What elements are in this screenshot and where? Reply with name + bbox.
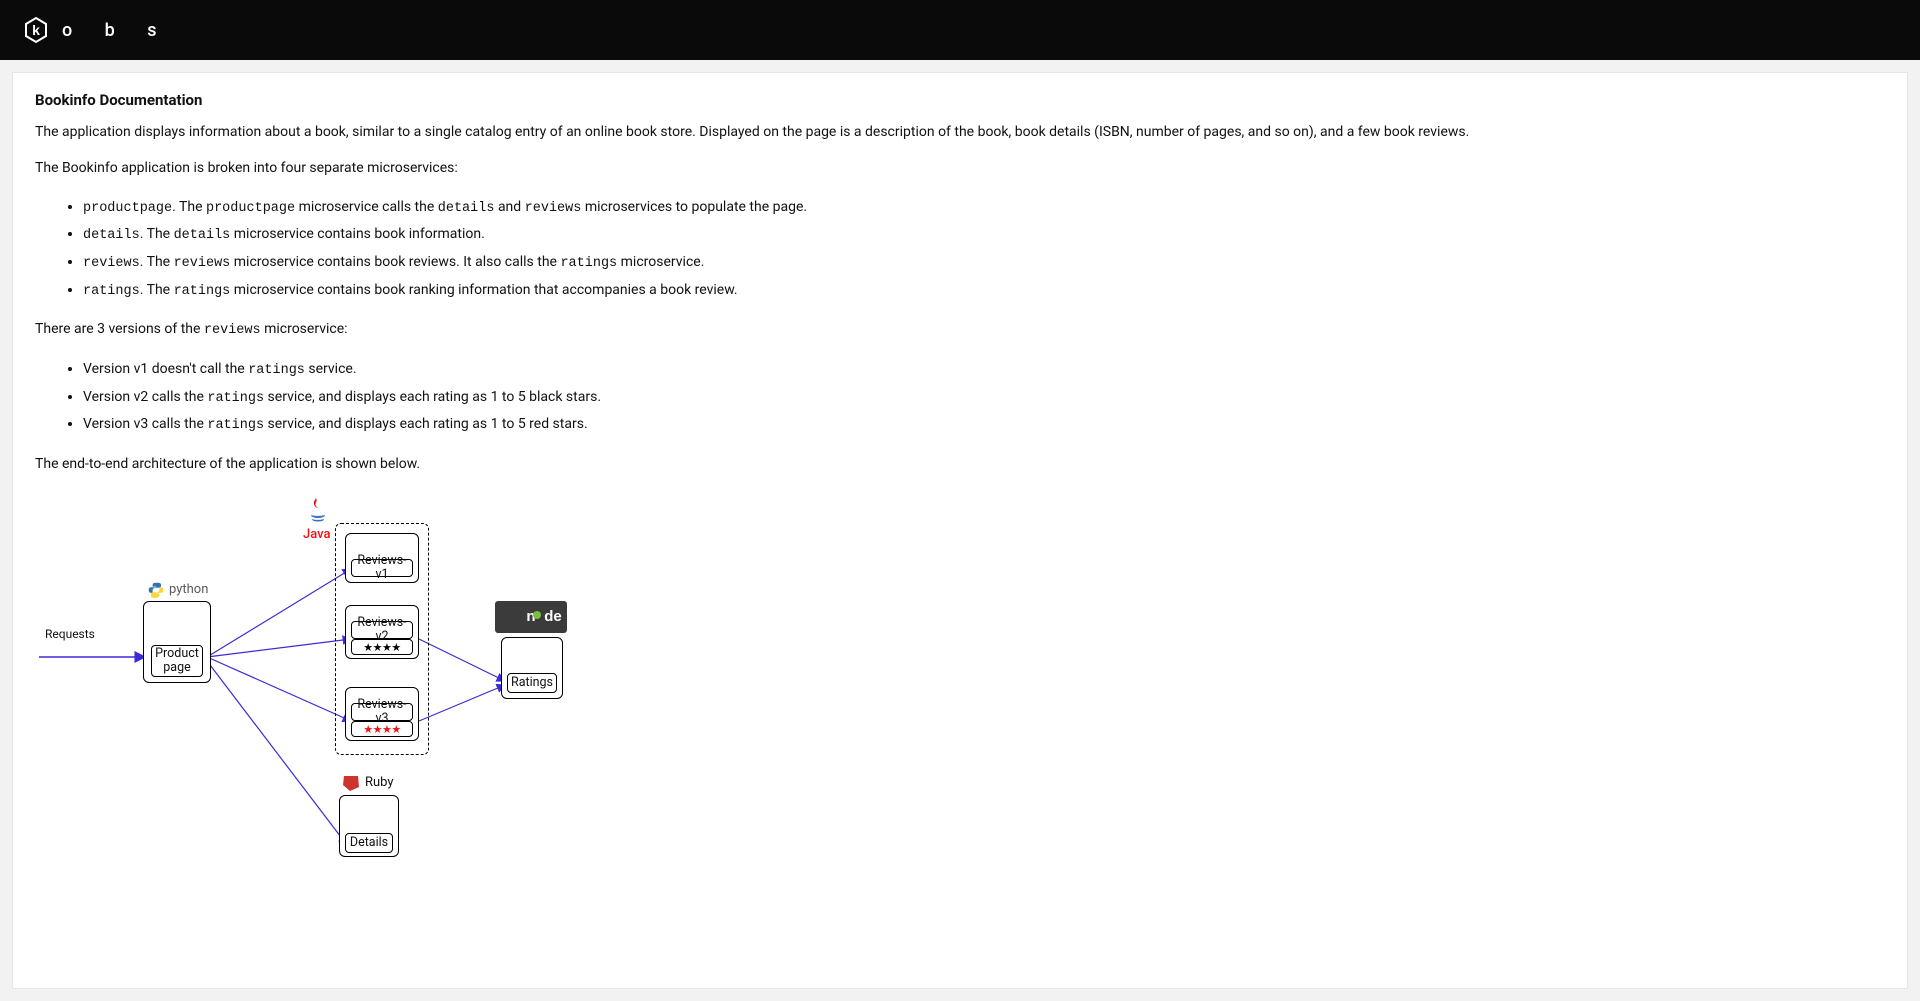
ruby-icon	[341, 773, 361, 797]
topbar: k o b s	[0, 0, 1920, 60]
service-name: productpage	[83, 201, 172, 216]
list-item: ratings. The ratings microservice contai…	[83, 277, 1885, 305]
list-item: Version v2 calls the ratings service, an…	[83, 384, 1885, 412]
document-panel: Bookinfo Documentation The application d…	[12, 72, 1908, 989]
page-title: Bookinfo Documentation	[35, 91, 1885, 109]
arch-line: The end-to-end architecture of the appli…	[35, 453, 1885, 475]
service-name: details	[83, 228, 140, 243]
brand[interactable]: k o b s	[22, 16, 171, 44]
stars-red: ★★★★	[351, 721, 413, 737]
svg-text:de: de	[544, 608, 562, 625]
intro-paragraph: The application displays information abo…	[35, 121, 1885, 143]
reviews-v1-box: Reviews-v1	[351, 559, 413, 577]
ratings-box: Ratings	[507, 673, 557, 693]
brand-logo-icon: k	[22, 16, 50, 44]
python-label: python	[169, 582, 208, 597]
list-item: Version v1 doesn't call the ratings serv…	[83, 356, 1885, 384]
list-item: details. The details microservice contai…	[83, 221, 1885, 249]
svg-text:k: k	[32, 22, 40, 38]
ruby-label: Ruby	[365, 775, 394, 790]
stars-black: ★★★★	[351, 639, 413, 655]
reviews-v3-box: Reviews-v3	[351, 703, 413, 721]
broken-into-paragraph: The Bookinfo application is broken into …	[35, 157, 1885, 179]
versions-list: Version v1 doesn't call the ratings serv…	[35, 356, 1885, 439]
architecture-diagram: Requests python Product page Java Review…	[35, 489, 1885, 889]
productpage-box: Product page	[151, 645, 203, 677]
java-icon	[307, 495, 329, 529]
reviews-v2-box: Reviews-v2	[351, 621, 413, 639]
service-name: ratings	[83, 284, 140, 299]
versions-intro: There are 3 versions of the reviews micr…	[35, 318, 1885, 342]
list-item: productpage. The productpage microservic…	[83, 194, 1885, 222]
python-icon	[147, 581, 165, 603]
details-box: Details	[345, 833, 393, 853]
brand-letters: o b s	[62, 20, 171, 41]
node-icon: nde	[495, 601, 567, 637]
requests-label: Requests	[45, 627, 95, 641]
list-item: reviews. The reviews microservice contai…	[83, 249, 1885, 277]
service-name: reviews	[83, 256, 140, 271]
list-item: Version v3 calls the ratings service, an…	[83, 411, 1885, 439]
services-list: productpage. The productpage microservic…	[35, 194, 1885, 305]
java-label: Java	[303, 527, 331, 542]
